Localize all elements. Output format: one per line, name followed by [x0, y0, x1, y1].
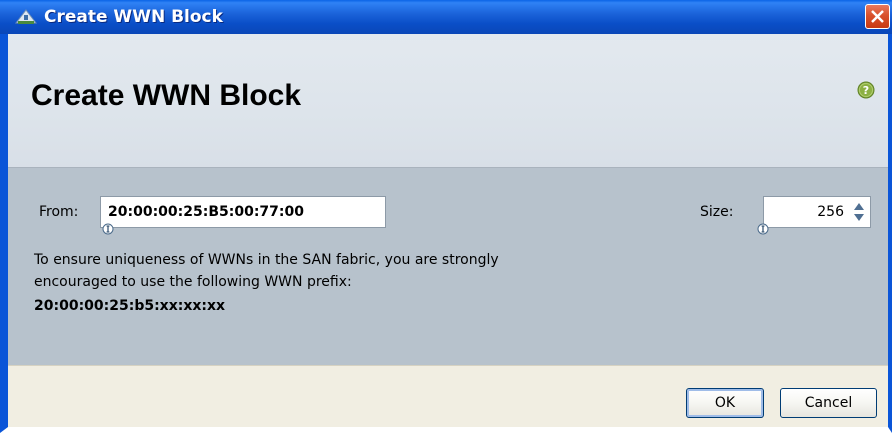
page-title: Create WWN Block — [31, 79, 302, 112]
uniqueness-note-line-1: To ensure uniqueness of WWNs in the SAN … — [34, 252, 499, 268]
title-bar[interactable]: Create WWN Block — [0, 0, 892, 34]
dialog-header: Create WWN Block ? — [8, 34, 888, 168]
close-button[interactable] — [865, 4, 890, 29]
spin-up-icon[interactable] — [850, 201, 868, 212]
ok-button[interactable]: OK — [686, 388, 764, 418]
from-label: From: — [39, 204, 79, 220]
san-pool-icon — [15, 9, 37, 24]
help-icon[interactable]: ? — [857, 81, 875, 99]
field-marker-icon — [102, 223, 114, 235]
create-wwn-block-dialog: Create WWN Block Create WWN Block ? From… — [0, 0, 892, 433]
dialog-footer: OK Cancel — [8, 365, 888, 427]
svg-text:?: ? — [863, 84, 869, 97]
spin-down-icon[interactable] — [850, 212, 868, 223]
cancel-button[interactable]: Cancel — [780, 388, 877, 418]
size-field[interactable] — [764, 197, 848, 227]
size-spinner[interactable] — [850, 201, 868, 223]
form-panel: From: Size: To ensur — [8, 168, 888, 365]
size-stepper[interactable] — [763, 196, 871, 228]
uniqueness-note-line-2: encouraged to use the following WWN pref… — [34, 274, 352, 290]
field-marker-icon — [757, 223, 769, 235]
size-label: Size: — [700, 204, 734, 220]
close-icon — [871, 10, 884, 23]
from-field[interactable] — [100, 196, 386, 228]
window-title: Create WWN Block — [44, 7, 223, 27]
wwn-prefix: 20:00:00:25:b5:xx:xx:xx — [34, 298, 226, 314]
